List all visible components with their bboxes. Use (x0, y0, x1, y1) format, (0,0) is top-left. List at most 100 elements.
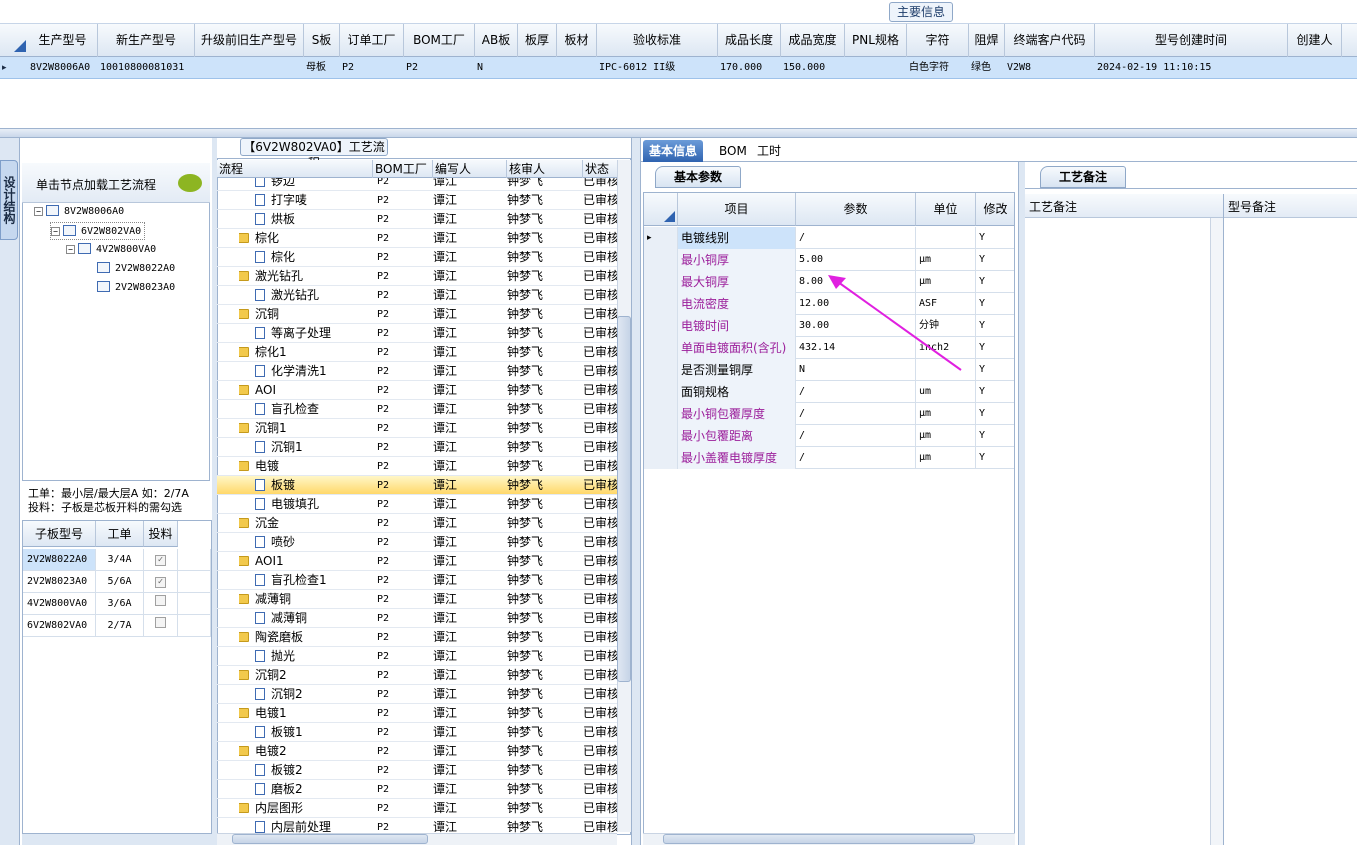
process-name[interactable]: 烘板 (255, 210, 373, 229)
params-col-header[interactable]: 修改 (976, 193, 1014, 226)
main-info-tab[interactable]: 主要信息 (889, 2, 953, 22)
sub-feed-cell[interactable]: ✓ (144, 549, 178, 571)
params-modify[interactable]: Y (976, 403, 1014, 425)
sub-model-cell[interactable]: 2V2W8023A0 (23, 571, 96, 593)
main-col-header[interactable]: 订单工厂 (340, 24, 404, 57)
main-col-header[interactable]: 创建人 (1288, 24, 1342, 57)
process-scroll-thumb[interactable] (617, 316, 631, 682)
process-name[interactable]: 等离子处理 (255, 324, 373, 343)
sub-order-cell[interactable]: 2/7A (96, 615, 144, 637)
tree-node[interactable]: − 4V2W800VA0 (66, 241, 156, 259)
process-name[interactable]: −棕化 (239, 229, 373, 248)
main-cell[interactable] (557, 57, 597, 79)
process-name[interactable]: 激光钻孔 (255, 286, 373, 305)
main-cell[interactable] (1288, 57, 1342, 79)
process-name[interactable]: 内层前处理 (255, 818, 373, 834)
main-cell[interactable]: 白色字符 (907, 57, 969, 79)
main-col-header[interactable]: 板材 (557, 24, 597, 57)
process-row[interactable]: −电镀1 P2 谭江 钟梦飞 已审核 (217, 704, 617, 723)
params-modify[interactable]: Y (976, 425, 1014, 447)
params-row[interactable]: 最小包覆距离 / μm Y (644, 425, 1014, 447)
collapse-icon[interactable]: − (66, 245, 75, 254)
horizontal-splitter[interactable] (0, 128, 1357, 138)
process-row[interactable]: 盲孔检查 P2 谭江 钟梦飞 已审核 (217, 400, 617, 419)
params-row[interactable]: ▸ 电镀线别 / Y (644, 227, 1014, 249)
process-row[interactable]: 抛光 P2 谭江 钟梦飞 已审核 (217, 647, 617, 666)
params-col-header[interactable]: 参数 (796, 193, 916, 226)
params-modify[interactable]: Y (976, 315, 1014, 337)
model-notes-field[interactable] (1223, 194, 1357, 845)
process-notes-field[interactable] (1025, 218, 1223, 845)
params-row-header[interactable] (644, 403, 678, 425)
params-col-header[interactable]: 单位 (916, 193, 976, 226)
process-row[interactable]: −陶瓷磨板 P2 谭江 钟梦飞 已审核 (217, 628, 617, 647)
sub-model-cell[interactable]: 4V2W800VA0 (23, 593, 96, 615)
params-row-header[interactable] (644, 447, 678, 469)
params-row-header[interactable] (644, 315, 678, 337)
main-cell[interactable]: 170.000 (718, 57, 781, 79)
basic-params-tab[interactable]: 基本参数 (655, 166, 741, 188)
process-name[interactable]: 盲孔检查1 (255, 571, 373, 590)
main-cell[interactable]: IPC-6012 II级 (597, 57, 718, 79)
process-name[interactable]: 板镀1 (255, 723, 373, 742)
process-name[interactable]: −激光钻孔 (239, 267, 373, 286)
process-name[interactable]: −沉铜2 (239, 666, 373, 685)
process-row[interactable]: −电镀2 P2 谭江 钟梦飞 已审核 (217, 742, 617, 761)
process-name[interactable]: 打字唛 (255, 191, 373, 210)
params-modify[interactable]: Y (976, 447, 1014, 469)
process-name[interactable]: 板镀2 (255, 761, 373, 780)
collapse-icon[interactable]: − (34, 207, 43, 216)
main-col-header[interactable]: 终端客户代码 (1005, 24, 1095, 57)
main-col-header[interactable]: 新生产型号 (98, 24, 195, 57)
process-row[interactable]: −沉铜2 P2 谭江 钟梦飞 已审核 (217, 666, 617, 685)
main-cell[interactable] (195, 57, 304, 79)
process-row[interactable]: −AOI1 P2 谭江 钟梦飞 已审核 (217, 552, 617, 571)
params-value[interactable]: / (796, 425, 916, 447)
main-cell[interactable]: P2 (340, 57, 404, 79)
process-row[interactable]: 沉铜1 P2 谭江 钟梦飞 已审核 (217, 438, 617, 457)
notes-scrollbar[interactable] (1210, 218, 1223, 845)
params-modify[interactable]: Y (976, 337, 1014, 359)
main-col-header[interactable]: 生产型号 (28, 24, 98, 57)
main-col-header[interactable]: 板厚 (518, 24, 557, 57)
process-row[interactable]: 棕化 P2 谭江 钟梦飞 已审核 (217, 248, 617, 267)
params-col-header[interactable]: 项目 (678, 193, 796, 226)
process-row[interactable]: 板镀1 P2 谭江 钟梦飞 已审核 (217, 723, 617, 742)
sub-feed-cell[interactable] (144, 615, 178, 637)
params-row-header[interactable]: ▸ (644, 227, 678, 249)
main-col-header[interactable]: S板 (304, 24, 340, 57)
params-row-header[interactable] (644, 337, 678, 359)
main-cell[interactable]: V2W8 (1005, 57, 1095, 79)
process-col-header[interactable]: 核审人 (507, 160, 583, 178)
sub-order-cell[interactable]: 3/4A (96, 549, 144, 571)
params-row-header[interactable] (644, 425, 678, 447)
process-name[interactable]: 板镀 (255, 476, 373, 495)
process-name[interactable]: 抛光 (255, 647, 373, 666)
feed-checkbox[interactable] (155, 617, 166, 628)
params-row-header[interactable] (644, 271, 678, 293)
process-col-header[interactable]: 流程 (217, 160, 373, 178)
params-row-header[interactable] (644, 381, 678, 403)
params-row-header[interactable] (644, 249, 678, 271)
process-name[interactable]: 磨板2 (255, 780, 373, 799)
process-row[interactable]: 等离子处理 P2 谭江 钟梦飞 已审核 (217, 324, 617, 343)
process-row[interactable]: 激光钻孔 P2 谭江 钟梦飞 已审核 (217, 286, 617, 305)
process-row[interactable]: 盲孔检查1 P2 谭江 钟梦飞 已审核 (217, 571, 617, 590)
process-row[interactable]: −沉金 P2 谭江 钟梦飞 已审核 (217, 514, 617, 533)
process-name[interactable]: 盲孔检查 (255, 400, 373, 419)
process-row[interactable]: −沉铜1 P2 谭江 钟梦飞 已审核 (217, 419, 617, 438)
process-row[interactable]: 打字唛 P2 谭江 钟梦飞 已审核 (217, 191, 617, 210)
main-cell[interactable]: 2024-02-19 11:10:15 (1095, 57, 1288, 79)
process-name[interactable]: −电镀 (239, 457, 373, 476)
params-modify[interactable]: Y (976, 381, 1014, 403)
process-row[interactable]: −减薄铜 P2 谭江 钟梦飞 已审核 (217, 590, 617, 609)
main-col-header[interactable]: 成品宽度 (781, 24, 845, 57)
process-name[interactable]: −陶瓷磨板 (239, 628, 373, 647)
tree-node[interactable]: 2V2W8022A0 (84, 260, 175, 278)
main-cell[interactable] (1342, 57, 1357, 79)
params-row-header[interactable] (644, 293, 678, 315)
tree-node[interactable]: − 8V2W8006A0 (34, 203, 124, 221)
main-cell[interactable]: 绿色 (969, 57, 1005, 79)
process-row[interactable]: 电镀填孔 P2 谭江 钟梦飞 已审核 (217, 495, 617, 514)
params-modify[interactable]: Y (976, 227, 1014, 249)
